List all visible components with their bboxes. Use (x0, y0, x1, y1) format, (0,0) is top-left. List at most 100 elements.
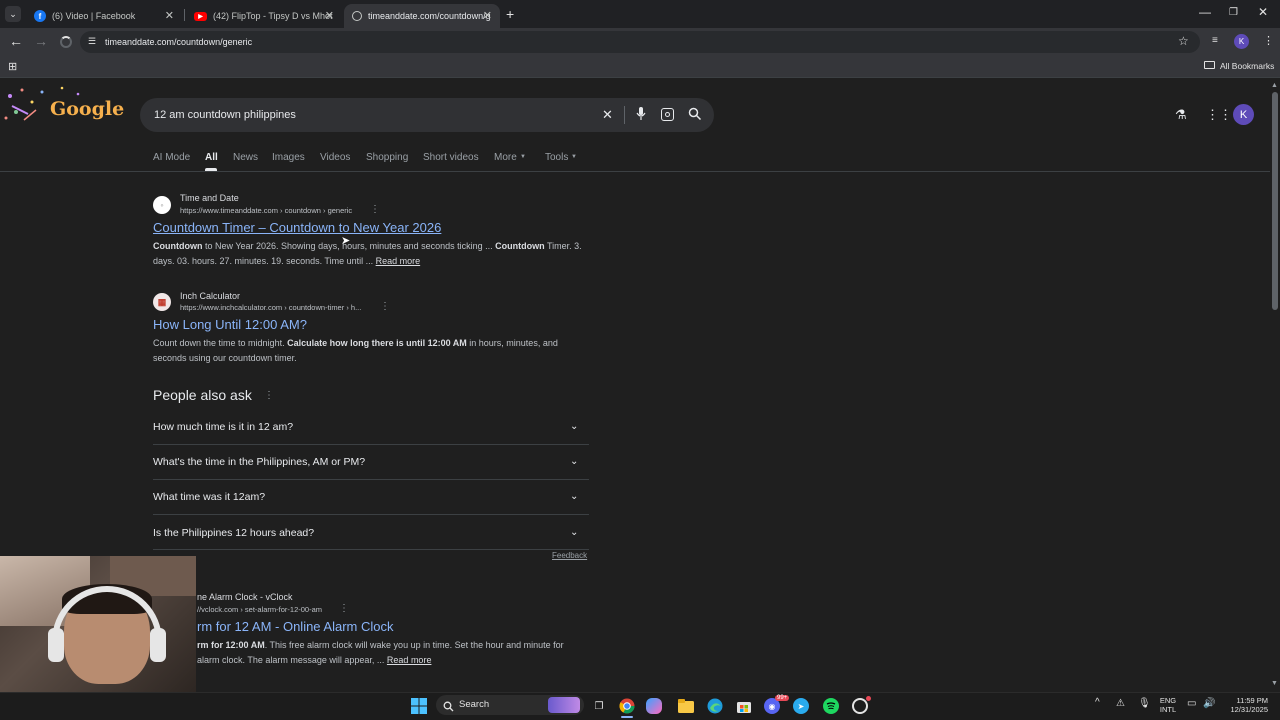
scroll-up-icon[interactable]: ▲ (1271, 82, 1278, 89)
tab-more[interactable]: More (494, 152, 517, 163)
task-view-icon[interactable]: ❐ (589, 696, 609, 716)
google-doodle-logo[interactable]: Google (2, 84, 124, 128)
result-url[interactable]: https://www.inchcalculator.com › countdo… (180, 303, 361, 312)
result-site-name[interactable]: ne Alarm Clock - vClock (197, 592, 293, 602)
result-snippet: Countdown to New Year 2026. Showing days… (153, 239, 593, 269)
obs-icon[interactable] (852, 698, 868, 714)
snippet-bold: Countdown (153, 241, 203, 251)
tab-tools[interactable]: Tools (545, 152, 568, 163)
chevron-down-icon[interactable]: ⌄ (570, 527, 578, 538)
tab-search-button[interactable]: ⌄ (5, 6, 21, 22)
search-icon[interactable] (688, 107, 702, 121)
labs-flask-icon[interactable]: ⚗ (1175, 107, 1187, 123)
divider (153, 549, 589, 550)
tab-videos[interactable]: Videos (320, 152, 350, 163)
file-explorer-icon[interactable] (676, 696, 696, 716)
tab-timeanddate[interactable]: timeanddate.com/countdown/g ✕ (344, 4, 500, 28)
bookmark-star-icon[interactable]: ☆ (1178, 34, 1189, 48)
all-bookmarks-link[interactable]: All Bookmarks (1220, 61, 1274, 71)
voice-search-icon[interactable] (636, 106, 646, 122)
telegram-icon[interactable]: ➤ (793, 698, 809, 714)
copilot-icon[interactable] (646, 698, 662, 714)
webcam-overlay (0, 556, 196, 692)
result-options-icon[interactable]: ⋮ (370, 204, 380, 215)
tab-news[interactable]: News (233, 152, 258, 163)
minimize-icon[interactable]: — (1199, 5, 1211, 19)
tab-facebook[interactable]: f (6) Video | Facebook ✕ (26, 4, 182, 28)
close-tab-icon[interactable]: ✕ (483, 9, 492, 22)
tab-all[interactable]: All (205, 152, 218, 163)
windows-start-icon[interactable] (409, 696, 429, 716)
tab-youtube[interactable]: ▶ (42) FlipTop - Tipsy D vs Mhot ✕ (186, 4, 342, 28)
result-title-link[interactable]: Countdown Timer – Countdown to New Year … (153, 220, 441, 235)
window-close-icon[interactable]: ✕ (1258, 5, 1268, 19)
result-site-name[interactable]: Inch Calculator (180, 291, 240, 301)
scrollbar-thumb[interactable] (1272, 92, 1278, 310)
result-options-icon[interactable]: ⋮ (339, 603, 349, 614)
show-hidden-icons-icon[interactable]: ^ (1095, 698, 1100, 708)
tab-ai-mode[interactable]: AI Mode (153, 152, 190, 163)
headphone-right-cup (150, 628, 166, 662)
bookmarks-bar (0, 56, 1280, 78)
browser-menu-icon[interactable]: ⋮ (1263, 34, 1274, 47)
read-more-link[interactable]: Read more (387, 655, 432, 665)
result-options-icon[interactable]: ⋮ (380, 301, 390, 312)
clear-search-icon[interactable]: ✕ (602, 107, 613, 123)
feedback-link[interactable]: Feedback (552, 551, 587, 560)
result-site-name[interactable]: Time and Date (180, 193, 239, 203)
taskbar-search-icon (443, 699, 454, 712)
microsoft-store-icon[interactable] (734, 696, 754, 716)
search-input[interactable]: 12 am countdown philippines (154, 109, 296, 121)
divider (624, 106, 625, 124)
site-info-icon[interactable]: ☰ (88, 36, 96, 47)
edge-icon[interactable] (705, 696, 725, 716)
tab-title: (6) Video | Facebook (52, 11, 136, 21)
result-url[interactable]: https://www.timeanddate.com › countdown … (180, 206, 352, 215)
language-code: ENG (1159, 696, 1177, 705)
divider (153, 479, 589, 480)
language-indicator[interactable]: ENG INTL (1157, 696, 1179, 714)
tab-title: timeanddate.com/countdown/g (368, 11, 491, 21)
tab-images[interactable]: Images (272, 152, 305, 163)
microphone-icon[interactable]: 🎙 (1138, 699, 1151, 709)
account-avatar[interactable]: K (1233, 104, 1254, 125)
snippet-text: alarm clock. The alarm message will appe… (197, 655, 387, 665)
read-more-link[interactable]: Read more (376, 256, 421, 266)
media-controls-icon[interactable]: ≡ (1212, 35, 1218, 46)
lens-search-icon[interactable] (661, 108, 674, 121)
apps-grid-icon[interactable]: ⊞ (8, 60, 17, 73)
loading-spinner-icon (60, 36, 72, 48)
paa-question[interactable]: What time was it 12am? (153, 491, 265, 503)
recording-dot (866, 696, 871, 701)
paa-question[interactable]: What's the time in the Philippines, AM o… (153, 456, 365, 468)
scroll-down-icon[interactable]: ▼ (1271, 680, 1278, 687)
result-title-link[interactable]: rm for 12 AM - Online Alarm Clock (197, 619, 394, 634)
chrome-icon[interactable] (617, 696, 637, 716)
display-icon[interactable]: ▭ (1187, 699, 1196, 709)
clock[interactable]: 11:59 PM 12/31/2025 (1222, 696, 1268, 714)
paa-options-icon[interactable]: ⋮ (264, 390, 274, 401)
profile-avatar[interactable]: K (1234, 34, 1249, 49)
volume-icon[interactable]: 🔊 (1203, 699, 1215, 709)
url-text[interactable]: timeanddate.com/countdown/generic (105, 37, 252, 47)
google-apps-icon[interactable]: ⋮⋮ (1206, 107, 1232, 123)
result-title-link[interactable]: How Long Until 12:00 AM? (153, 317, 307, 332)
close-tab-icon[interactable]: ✕ (165, 9, 174, 22)
tab-short-videos[interactable]: Short videos (423, 152, 479, 163)
close-tab-icon[interactable]: ✕ (325, 9, 334, 22)
search-highlight-icon (548, 697, 580, 713)
tab-shopping[interactable]: Shopping (366, 152, 408, 163)
chevron-down-icon[interactable]: ⌄ (570, 456, 578, 467)
paa-question[interactable]: How much time is it in 12 am? (153, 421, 293, 433)
back-icon[interactable]: ← (9, 33, 23, 49)
result-url[interactable]: //vclock.com › set-alarm-for-12-00-am (197, 605, 322, 614)
chevron-down-icon[interactable]: ⌄ (570, 491, 578, 502)
maximize-icon[interactable]: ❐ (1229, 7, 1238, 18)
forward-icon[interactable]: → (34, 33, 48, 49)
paa-question[interactable]: Is the Philippines 12 hours ahead? (153, 527, 314, 539)
chevron-down-icon[interactable]: ⌄ (570, 421, 578, 432)
new-tab-icon[interactable]: + (506, 6, 514, 22)
network-icon[interactable]: ⚠ (1116, 699, 1125, 709)
nav-divider (0, 171, 1270, 172)
spotify-icon[interactable] (823, 698, 839, 714)
